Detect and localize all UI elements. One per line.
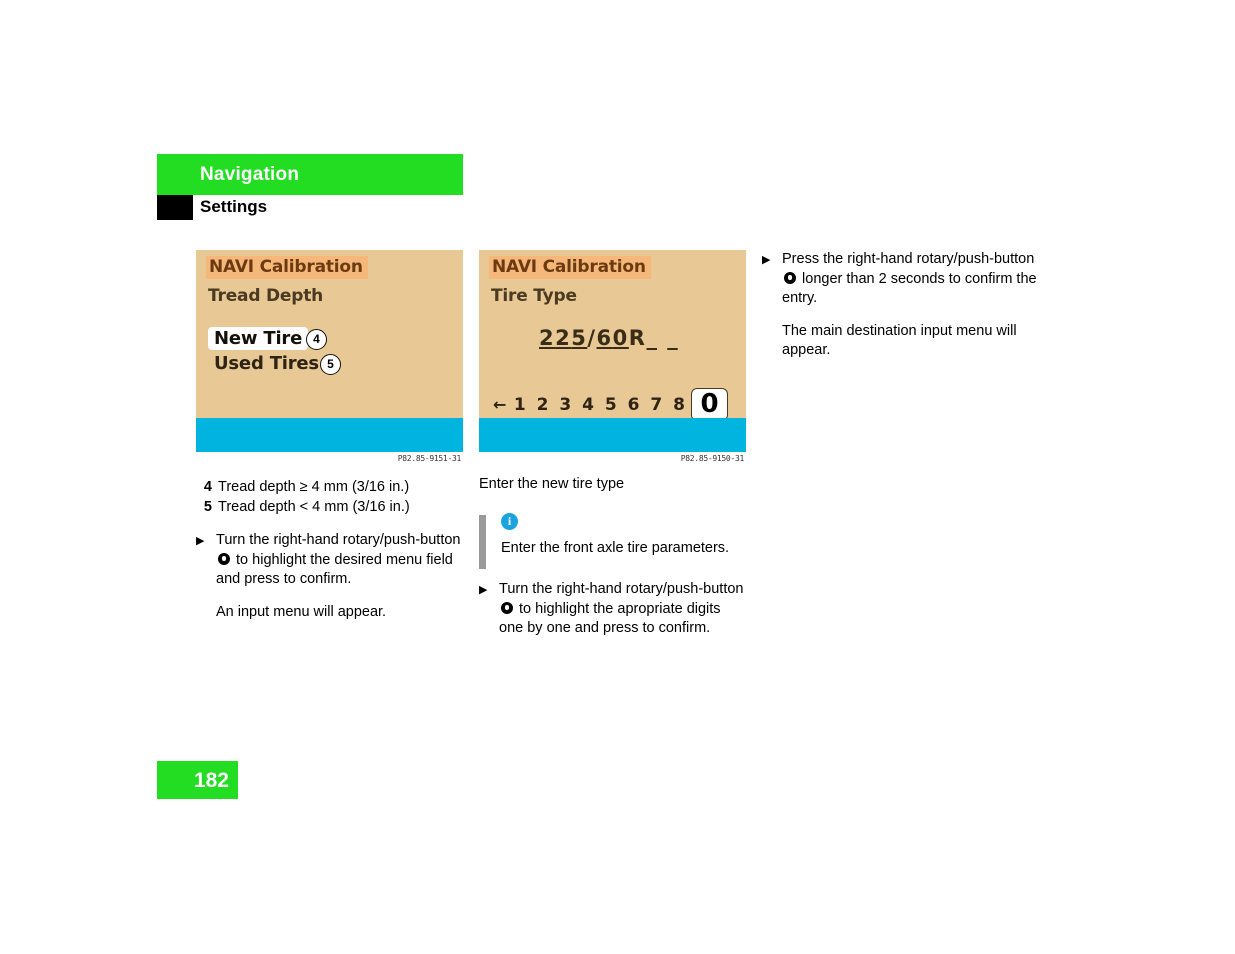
tire-size-letter: R — [628, 326, 647, 350]
section-header: Settings — [157, 195, 463, 220]
left-column: NAVI Calibration Tread Depth New Tire 4 … — [196, 250, 464, 622]
screen-title: NAVI Calibration — [489, 256, 651, 279]
tire-size-blanks: _ _ — [646, 326, 680, 350]
callout-badge-4: 4 — [306, 329, 327, 350]
tire-size-digit-5: 0 — [612, 326, 629, 350]
back-arrow-icon[interactable]: ← — [493, 395, 509, 414]
right-column: ▶ Press the right-hand rotary/push-butto… — [762, 250, 1042, 361]
legend-number: 5 — [203, 499, 212, 515]
screen-subtitle: Tread Depth — [208, 286, 324, 306]
step-result-text: The main destination input menu will app… — [782, 322, 1017, 359]
step-text-before: Turn the right-hand rotary/push-button — [216, 532, 461, 548]
page-number-box: 182 — [157, 761, 238, 799]
digit-list[interactable]: 1 2 3 4 5 6 7 8 — [514, 395, 688, 415]
digit-selected[interactable]: 0 — [691, 388, 728, 421]
info-note: i Enter the front axle tire parameters. — [479, 512, 747, 569]
menu-item-used-tires[interactable]: Used Tires — [214, 353, 319, 374]
step-text-before: Press the right-hand rotary/push-button — [782, 251, 1035, 267]
step-text: Turn the right-hand rotary/push-button t… — [216, 531, 464, 590]
middle-column: NAVI Calibration Tire Type 225/60R_ _ ← … — [479, 250, 747, 639]
step-text-after: longer than 2 seconds to confirm the ent… — [782, 270, 1037, 307]
screen-bottom-bar — [479, 418, 746, 452]
chapter-title: Navigation — [200, 164, 300, 185]
section-title: Settings — [200, 197, 268, 216]
legend-list: 4 Tread depth ≥ 4 mm (3/16 in.) 5 Tread … — [196, 477, 464, 517]
screen-title: NAVI Calibration — [206, 256, 368, 279]
step-text: Press the right-hand rotary/push-button … — [782, 250, 1042, 309]
digit-selector-row[interactable]: ← 1 2 3 4 5 6 7 8 0 — [493, 388, 728, 421]
menu-item-new-tire[interactable]: New Tire — [208, 327, 309, 350]
step-bullet-icon: ▶ — [762, 254, 771, 266]
legend-text: Tread depth ≥ 4 mm (3/16 in.) — [218, 479, 410, 495]
tire-size-digit-1: 2 — [539, 326, 556, 350]
figure-tire-type: NAVI Calibration Tire Type 225/60R_ _ ← … — [479, 250, 747, 463]
step-text-after: to highlight the desired menu field and … — [216, 551, 453, 588]
tire-size-slash: / — [587, 326, 597, 350]
rotary-push-button-icon — [501, 601, 513, 614]
section-marker-square — [157, 195, 193, 220]
note-text: Enter the front axle tire parameters. — [501, 539, 730, 556]
step-bullet-icon: ▶ — [479, 584, 488, 596]
step-result-text: An input menu will appear. — [216, 603, 387, 620]
device-screen-tread-depth: NAVI Calibration Tread Depth New Tire 4 … — [196, 250, 463, 452]
note-side-bar — [479, 514, 486, 569]
screen-bottom-bar — [196, 418, 463, 452]
legend-item: 5 Tread depth < 4 mm (3/16 in.) — [196, 497, 464, 517]
rotary-push-button-icon — [218, 552, 230, 565]
step-text: Turn the right-hand rotary/push-button t… — [499, 580, 747, 639]
instruction-step: ▶ Press the right-hand rotary/push-butto… — [762, 250, 1042, 309]
figure-tread-depth: NAVI Calibration Tread Depth New Tire 4 … — [196, 250, 464, 463]
step-text-before: Turn the right-hand rotary/push-button — [499, 581, 744, 597]
figure-caption: P82.85-9150-31 — [680, 454, 745, 463]
tire-size-digit-4: 6 — [596, 326, 613, 350]
callout-badge-5: 5 — [320, 354, 341, 375]
step-text-after: to highlight the apropriate digits one b… — [499, 600, 721, 637]
tire-size-digit-3: 5 — [571, 326, 588, 350]
info-icon: i — [501, 512, 518, 530]
tire-size-value: 225/60R_ _ — [539, 326, 679, 350]
chapter-header-bar: Navigation — [157, 154, 463, 195]
step-bullet-icon: ▶ — [196, 535, 205, 547]
figure-caption: P82.85-9151-31 — [397, 454, 462, 463]
instruction-step: ▶ Turn the right-hand rotary/push-button… — [479, 580, 747, 639]
legend-item: 4 Tread depth ≥ 4 mm (3/16 in.) — [196, 477, 464, 497]
rotary-push-button-icon — [784, 271, 796, 284]
intro-text: Enter the new tire type — [479, 476, 625, 492]
legend-number: 4 — [203, 479, 212, 495]
device-screen-tire-type: NAVI Calibration Tire Type 225/60R_ _ ← … — [479, 250, 746, 452]
instruction-step: ▶ Turn the right-hand rotary/push-button… — [196, 531, 464, 590]
legend-text: Tread depth < 4 mm (3/16 in.) — [218, 499, 410, 515]
tire-size-digit-2: 2 — [555, 326, 572, 350]
screen-subtitle: Tire Type — [491, 286, 577, 306]
page-number: 182 — [193, 769, 229, 792]
